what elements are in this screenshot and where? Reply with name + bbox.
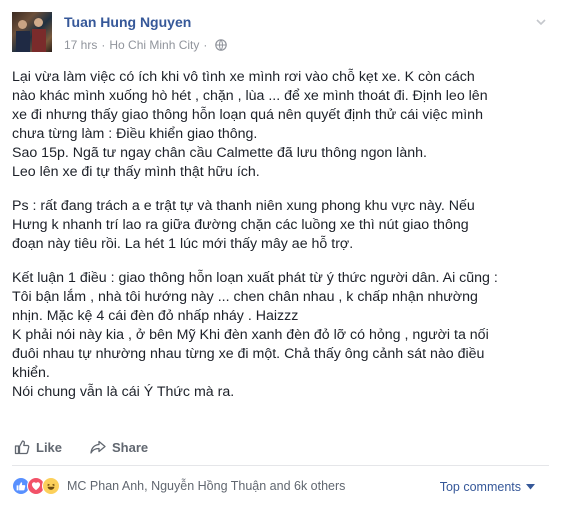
reactions-text[interactable]: MC Phan Anh, Nguyễn Hồng Thuận and 6k ot…	[67, 479, 345, 493]
post-text-line: Tôi bận lắm , nhà tôi hướng này ... chen…	[12, 289, 478, 305]
share-label: Share	[112, 439, 149, 455]
post-text-line: Leo lên xe đi tự thấy mình thật hữu ích.	[12, 164, 260, 180]
post-actions: Like Share	[12, 436, 552, 460]
caret-down-icon	[526, 484, 535, 490]
post-body: Lại vừa làm việc có ích khi vô tình xe m…	[12, 68, 552, 402]
haha-reaction-icon[interactable]	[42, 477, 60, 495]
post-time[interactable]: 17 hrs	[64, 38, 97, 52]
chevron-down-icon[interactable]	[535, 16, 547, 28]
author-name[interactable]: Tuan Hung Nguyen	[64, 14, 191, 30]
post-text-line: Nói chung vẫn là cái Ý Thức mà ra.	[12, 384, 235, 400]
globe-icon[interactable]	[215, 39, 228, 51]
post-text-line: nhịn. Mặc kệ 4 cái đèn đỏ nhấp nháy . Ha…	[12, 308, 299, 324]
post-text-line: nào khác mình xuống hò hét , chặn , lùa …	[12, 88, 488, 104]
post-text-line: đoạn này tiêu rồi. La hét 1 lúc mới thấy…	[12, 236, 354, 252]
post-text-line: chưa từng làm : Điều khiển giao thông.	[12, 126, 258, 142]
share-button[interactable]: Share	[90, 439, 148, 455]
post-text-line: K phải nói này kia , ở bên Mỹ Khi đèn xa…	[12, 327, 489, 343]
top-comments-label: Top comments	[439, 480, 521, 494]
post-text-line: Hưng k nhanh trí lao ra giữa đường chặn …	[12, 217, 469, 233]
divider	[12, 465, 549, 466]
share-arrow-icon	[90, 440, 106, 454]
reactions-summary[interactable]: MC Phan Anh, Nguyễn Hồng Thuận and 6k ot…	[12, 476, 345, 496]
post-text-line: Lại vừa làm việc có ích khi vô tình xe m…	[12, 69, 475, 85]
post-text-line: đuôi nhau tự nhường nhau từng xe đi một.…	[12, 346, 485, 362]
like-label: Like	[36, 439, 63, 455]
post-location[interactable]: Ho Chi Minh City	[109, 38, 199, 52]
post-header: Tuan Hung Nguyen 17 hrs · Ho Chi Minh Ci…	[0, 0, 561, 62]
post-text-line: Kết luận 1 điều : giao thông hỗn loạn xu…	[12, 270, 498, 286]
post-text-line: Sao 15p. Ngã tư ngay chân cầu Calmette đ…	[12, 145, 427, 161]
post-text-line: khiển.	[12, 365, 50, 381]
avatar[interactable]	[12, 12, 52, 52]
meta-separator: ·	[101, 38, 106, 52]
like-button[interactable]: Like	[14, 439, 62, 455]
meta-separator: ·	[203, 38, 208, 52]
post-text-line: Ps : rất đang trách a e trật tự và thanh…	[12, 198, 475, 214]
post-meta: 17 hrs · Ho Chi Minh City ·	[64, 38, 228, 52]
thumbs-up-icon	[14, 440, 30, 455]
post-text-line: xe đi nhưng thấy giao thông hỗn loạn quá…	[12, 107, 483, 123]
top-comments-dropdown[interactable]: Top comments	[440, 480, 535, 494]
